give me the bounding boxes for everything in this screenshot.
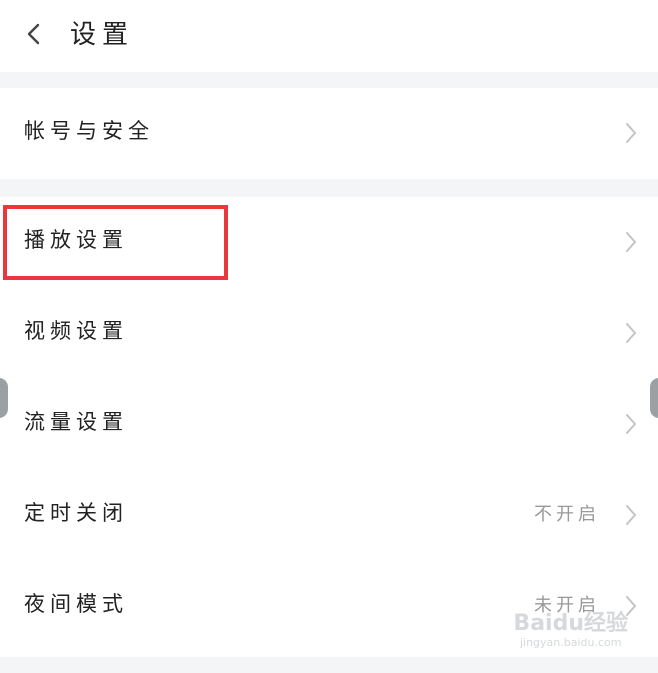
settings-item-label: 流量设置 — [24, 410, 128, 434]
chevron-left-icon[interactable] — [22, 20, 46, 48]
settings-item-sleep-timer[interactable]: 定时关闭 不开启 — [0, 470, 658, 561]
watermark-brand: Baidu经验 — [513, 611, 628, 636]
page-title: 设置 — [70, 20, 135, 50]
chevron-right-icon — [626, 123, 636, 143]
edge-handle-left[interactable] — [0, 378, 8, 418]
settings-item-label: 夜间模式 — [24, 592, 128, 616]
chevron-right-icon — [626, 323, 636, 343]
app-header: 设置 — [0, 0, 658, 72]
chevron-right-icon — [626, 505, 636, 525]
settings-item-data-usage[interactable]: 流量设置 — [0, 379, 658, 470]
edge-handle-right[interactable] — [650, 378, 658, 418]
settings-item-status: 不开启 — [534, 504, 600, 525]
settings-item-label: 定时关闭 — [24, 501, 128, 525]
settings-screen: 设置 帐号与安全 播放设置 视频设置 流量设置 定时关闭 不开启 夜间模式 未开… — [0, 0, 658, 673]
annotation-highlight-box — [3, 205, 228, 280]
chevron-right-icon — [626, 414, 636, 434]
watermark-url: jingyan.baidu.com — [519, 636, 622, 649]
baidu-jingyan-watermark: Baidu经验 jingyan.baidu.com — [513, 611, 628, 650]
settings-item-video[interactable]: 视频设置 — [0, 288, 658, 379]
settings-item-account-security[interactable]: 帐号与安全 — [0, 88, 658, 179]
settings-item-label: 视频设置 — [24, 319, 128, 343]
chevron-right-icon — [626, 232, 636, 252]
settings-group-account: 帐号与安全 — [0, 88, 658, 179]
settings-item-label: 帐号与安全 — [24, 119, 154, 143]
